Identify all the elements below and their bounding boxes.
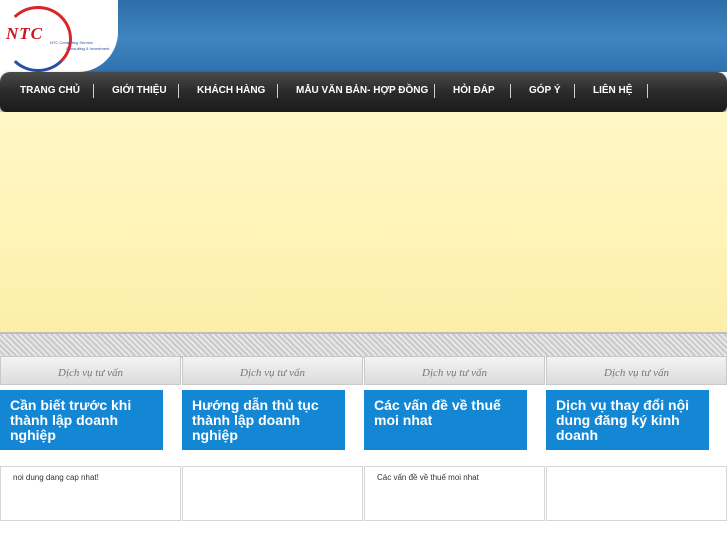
main-nav: TRANG CHỦ GIỚI THIỆU KHÁCH HÀNG MẪU VĂN …	[0, 72, 727, 112]
nav-item-lien-he[interactable]: LIÊN HỆ	[593, 72, 632, 112]
column-body: noi dung dang cap nhat!	[0, 466, 181, 521]
service-column: Dịch vụ tư vấn Các vấn đề về thuế moi nh…	[364, 356, 545, 545]
logo-text: NTC	[6, 24, 43, 43]
nav-separator	[178, 84, 179, 98]
site-header: NTC NTC Consulting Service Consulting & …	[0, 0, 727, 72]
nav-item-hoi-dap[interactable]: HỎI ĐÁP	[453, 72, 495, 112]
service-column: Dịch vụ tư vấn Cần biết trước khi thành …	[0, 356, 181, 545]
nav-separator	[510, 84, 511, 98]
nav-item-khach-hang[interactable]: KHÁCH HÀNG	[197, 72, 265, 112]
column-header: Dịch vụ tư vấn	[0, 356, 181, 385]
service-title-link[interactable]: Dịch vụ thay đổi nội dung đăng ký kinh d…	[546, 390, 709, 450]
logo-subtitle-2: Consulting & Investment	[66, 46, 110, 51]
column-body	[546, 466, 727, 521]
nav-item-gop-y[interactable]: GÓP Ý	[529, 72, 561, 112]
logo[interactable]: NTC NTC Consulting Service Consulting & …	[0, 0, 118, 72]
nav-separator	[93, 84, 94, 98]
service-column: Dịch vụ tư vấn Hướng dẫn thủ tục thành l…	[182, 356, 363, 545]
column-body: Các vấn đề về thuế moi nhat	[364, 466, 545, 521]
nav-item-mau-van-ban[interactable]: MẪU VĂN BẢN- HỢP ĐỒNG	[296, 72, 428, 112]
nav-separator	[434, 84, 435, 98]
column-header: Dịch vụ tư vấn	[546, 356, 727, 385]
logo-subtitle: NTC Consulting Service	[50, 40, 93, 45]
service-title-link[interactable]: Các vấn đề về thuế moi nhat	[364, 390, 527, 450]
nav-separator	[574, 84, 575, 98]
nav-item-trang-chu[interactable]: TRANG CHỦ	[20, 72, 80, 112]
service-title-link[interactable]: Cần biết trước khi thành lập doanh nghiệ…	[0, 390, 163, 450]
divider-stripe	[0, 332, 727, 358]
nav-separator	[277, 84, 278, 98]
nav-separator	[647, 84, 648, 98]
column-body	[182, 466, 363, 521]
banner	[0, 112, 727, 332]
service-column: Dịch vụ tư vấn Dịch vụ thay đổi nội dung…	[546, 356, 727, 545]
nav-item-gioi-thieu[interactable]: GIỚI THIỆU	[112, 72, 167, 112]
service-title-link[interactable]: Hướng dẫn thủ tục thành lập doanh nghiệp	[182, 390, 345, 450]
column-header: Dịch vụ tư vấn	[182, 356, 363, 385]
column-header: Dịch vụ tư vấn	[364, 356, 545, 385]
